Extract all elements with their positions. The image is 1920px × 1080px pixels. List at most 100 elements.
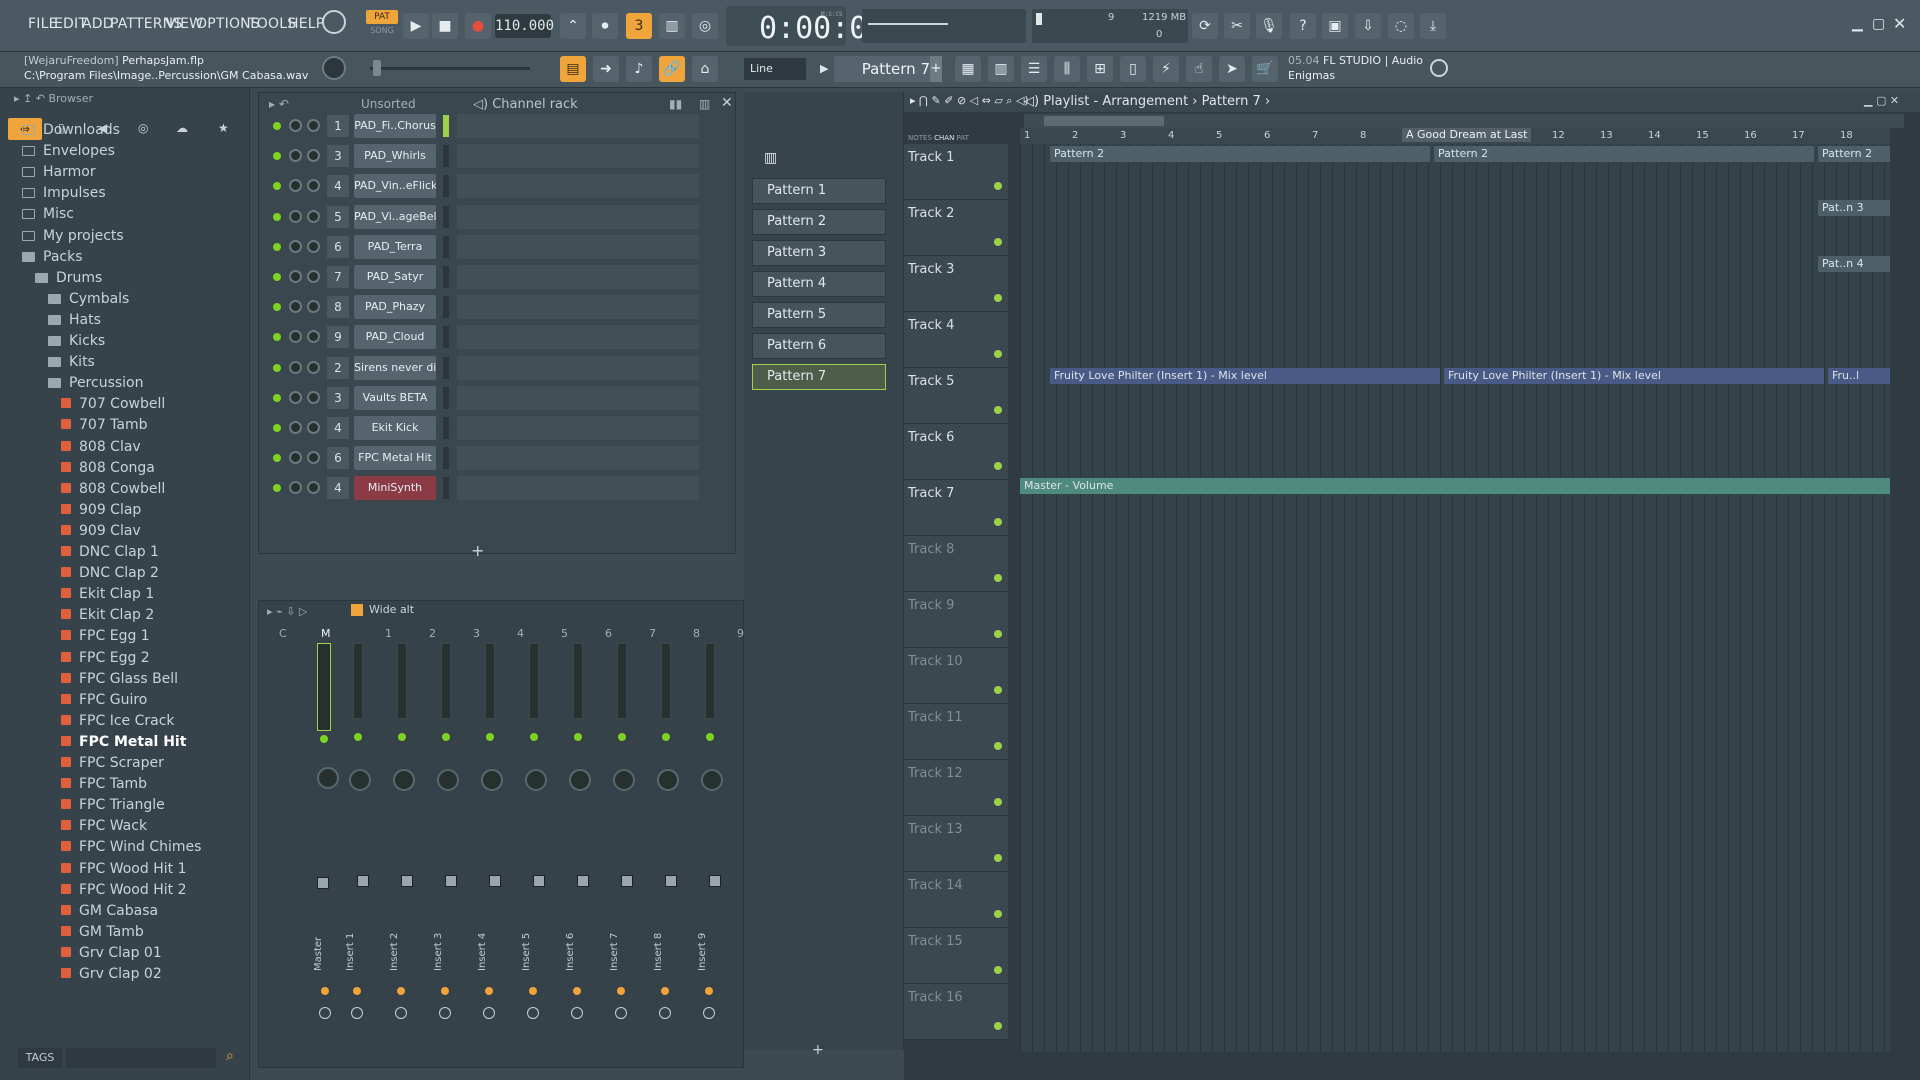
track-mute-led[interactable] xyxy=(994,966,1002,974)
track-mute-led[interactable] xyxy=(994,1022,1002,1030)
channel-select-indicator[interactable] xyxy=(443,175,449,198)
step-sequencer-row[interactable] xyxy=(457,325,699,350)
browser-item[interactable]: FPC Guiro xyxy=(61,692,147,708)
channel-mute-led[interactable] xyxy=(273,363,281,372)
cut-tool-icon[interactable]: ✂ xyxy=(1224,13,1250,39)
menu-help[interactable]: HELP xyxy=(288,16,324,32)
pan-knob[interactable] xyxy=(481,769,503,791)
browser-item[interactable]: FPC Egg 2 xyxy=(61,650,150,666)
channel-volume-knob[interactable] xyxy=(289,421,302,434)
mute-led[interactable] xyxy=(354,733,362,741)
mixer-strip[interactable]: Insert 3 xyxy=(433,641,477,1061)
track-mute-led[interactable] xyxy=(994,742,1002,750)
track-mute-led[interactable] xyxy=(994,630,1002,638)
minimize-window-button[interactable]: ▁ xyxy=(1852,16,1863,32)
channel-name-button[interactable]: PAD_Whirls xyxy=(354,144,436,169)
channel-name-button[interactable]: Sirens never die xyxy=(354,355,436,380)
slider-handle[interactable] xyxy=(373,60,381,76)
browser-item[interactable]: FPC Wood Hit 1 xyxy=(61,861,186,877)
route-indicator[interactable] xyxy=(483,1007,495,1019)
pan-knob[interactable] xyxy=(437,769,459,791)
stop-button[interactable]: ■ xyxy=(432,13,458,39)
clip-pattern-2[interactable]: Pattern 2 xyxy=(1050,146,1430,162)
track-mute-led[interactable] xyxy=(994,294,1002,302)
browser-icon[interactable]: ⊞ xyxy=(1087,56,1113,82)
fx-led[interactable] xyxy=(353,987,361,995)
plugin-icon[interactable]: ⚡ xyxy=(1153,56,1179,82)
countdown-button[interactable]: 3 xyxy=(626,13,652,39)
pan-knob[interactable] xyxy=(613,769,635,791)
channel-volume-knob[interactable] xyxy=(289,481,302,495)
track-header[interactable]: Track 8 xyxy=(904,536,1008,592)
channel-select-indicator[interactable] xyxy=(443,356,449,379)
channel-pan-knob[interactable] xyxy=(307,209,320,223)
channel-select-indicator[interactable] xyxy=(443,205,449,228)
channel-pan-knob[interactable] xyxy=(307,270,320,283)
channel-name-button[interactable]: PAD_Vi..ageBell xyxy=(354,204,436,229)
playlist-grid[interactable]: Pattern 2 Pattern 2 Pattern 2 Pat..n 3 P… xyxy=(1020,144,1890,1052)
pan-knob[interactable] xyxy=(393,769,415,791)
undo-history-icon[interactable]: ⟳ xyxy=(1192,13,1218,39)
pat-mode-button[interactable]: PAT xyxy=(366,10,398,24)
pat-tab[interactable]: PAT xyxy=(957,134,969,142)
browser-item[interactable]: Harmor xyxy=(22,164,96,180)
track-mute-led[interactable] xyxy=(994,910,1002,918)
channel-mixer-track[interactable]: 8 xyxy=(327,296,349,319)
clip-pattern-2b[interactable]: Pattern 2 xyxy=(1434,146,1814,162)
channel-mute-led[interactable] xyxy=(273,242,281,251)
shop-icon[interactable]: 🛒 xyxy=(1252,56,1278,82)
browser-item[interactable]: FPC Wood Hit 2 xyxy=(61,882,186,898)
browser-item[interactable]: GM Cabasa xyxy=(61,903,158,919)
browser-item[interactable]: 808 Clav xyxy=(61,439,141,455)
fx-led[interactable] xyxy=(485,987,493,995)
route-indicator[interactable] xyxy=(571,1007,583,1019)
channel-mixer-track[interactable]: 1 xyxy=(327,115,349,137)
mixer-strip[interactable]: Insert 2 xyxy=(389,641,433,1061)
track-mute-led[interactable] xyxy=(994,518,1002,526)
piano-icon[interactable]: ▥ xyxy=(764,150,777,166)
tempo-tap-icon[interactable]: ➤ xyxy=(1219,56,1245,82)
chat-icon[interactable]: ◌ xyxy=(1388,13,1414,39)
track-header[interactable]: Track 15 xyxy=(904,928,1008,984)
channel-mute-led[interactable] xyxy=(273,424,281,432)
channel-pan-knob[interactable] xyxy=(307,421,320,434)
mixer-strip[interactable]: Insert 9 xyxy=(697,641,741,1061)
channel-pan-knob[interactable] xyxy=(307,330,320,344)
marker-label[interactable]: A Good Dream at Last xyxy=(1402,128,1532,142)
time-display[interactable]: 0:00:00 M:S:CS xyxy=(726,6,885,46)
browser-item[interactable]: Grv Clap 01 xyxy=(61,945,162,961)
plugin-tab[interactable]: ◎ xyxy=(138,121,148,135)
channel-rack-menu-icon[interactable]: ▸ ↶ xyxy=(269,97,289,111)
browser-item[interactable]: DNC Clap 1 xyxy=(61,544,159,560)
browser-item[interactable]: Packs xyxy=(22,249,83,265)
channel-mixer-track[interactable]: 7 xyxy=(327,266,349,288)
pattern-item[interactable]: Pattern 3 xyxy=(752,240,886,266)
channel-mute-led[interactable] xyxy=(273,182,281,191)
browser-item[interactable]: My projects xyxy=(22,228,124,244)
step-sequencer-row[interactable] xyxy=(457,265,699,289)
track-header[interactable]: Track 16 xyxy=(904,984,1008,1040)
playlist-icon[interactable]: ▦ xyxy=(955,56,981,82)
fx-led[interactable] xyxy=(705,987,713,995)
channel-mute-led[interactable] xyxy=(273,152,281,161)
browser-item[interactable]: FPC Triangle xyxy=(61,797,165,813)
pan-knob[interactable] xyxy=(569,769,591,791)
metronome-button[interactable]: ⌃ xyxy=(560,13,586,39)
browser-item[interactable]: Ekit Clap 1 xyxy=(61,586,154,602)
loop-record-button[interactable]: ◎ xyxy=(692,13,718,39)
channel-pan-knob[interactable] xyxy=(307,390,320,404)
channel-mute-led[interactable] xyxy=(273,303,281,312)
song-mode-button[interactable]: SONG xyxy=(366,26,398,38)
channel-name-button[interactable]: PAD_Phazy xyxy=(354,295,436,320)
channel-pan-knob[interactable] xyxy=(307,239,320,253)
route-indicator[interactable] xyxy=(439,1007,451,1019)
tempo-display[interactable]: 110.000 xyxy=(495,14,554,38)
track-header[interactable]: Track 6 xyxy=(904,424,1008,480)
channel-volume-knob[interactable] xyxy=(289,179,302,193)
track-header[interactable]: Track 13 xyxy=(904,816,1008,872)
browser-item[interactable]: Impulses xyxy=(22,185,106,201)
channel-name-button[interactable]: PAD_Satyr xyxy=(354,265,436,289)
browser-item[interactable]: FPC Ice Crack xyxy=(61,713,175,729)
channel-mute-led[interactable] xyxy=(273,333,281,342)
channel-mixer-track[interactable]: 2 xyxy=(327,356,349,379)
